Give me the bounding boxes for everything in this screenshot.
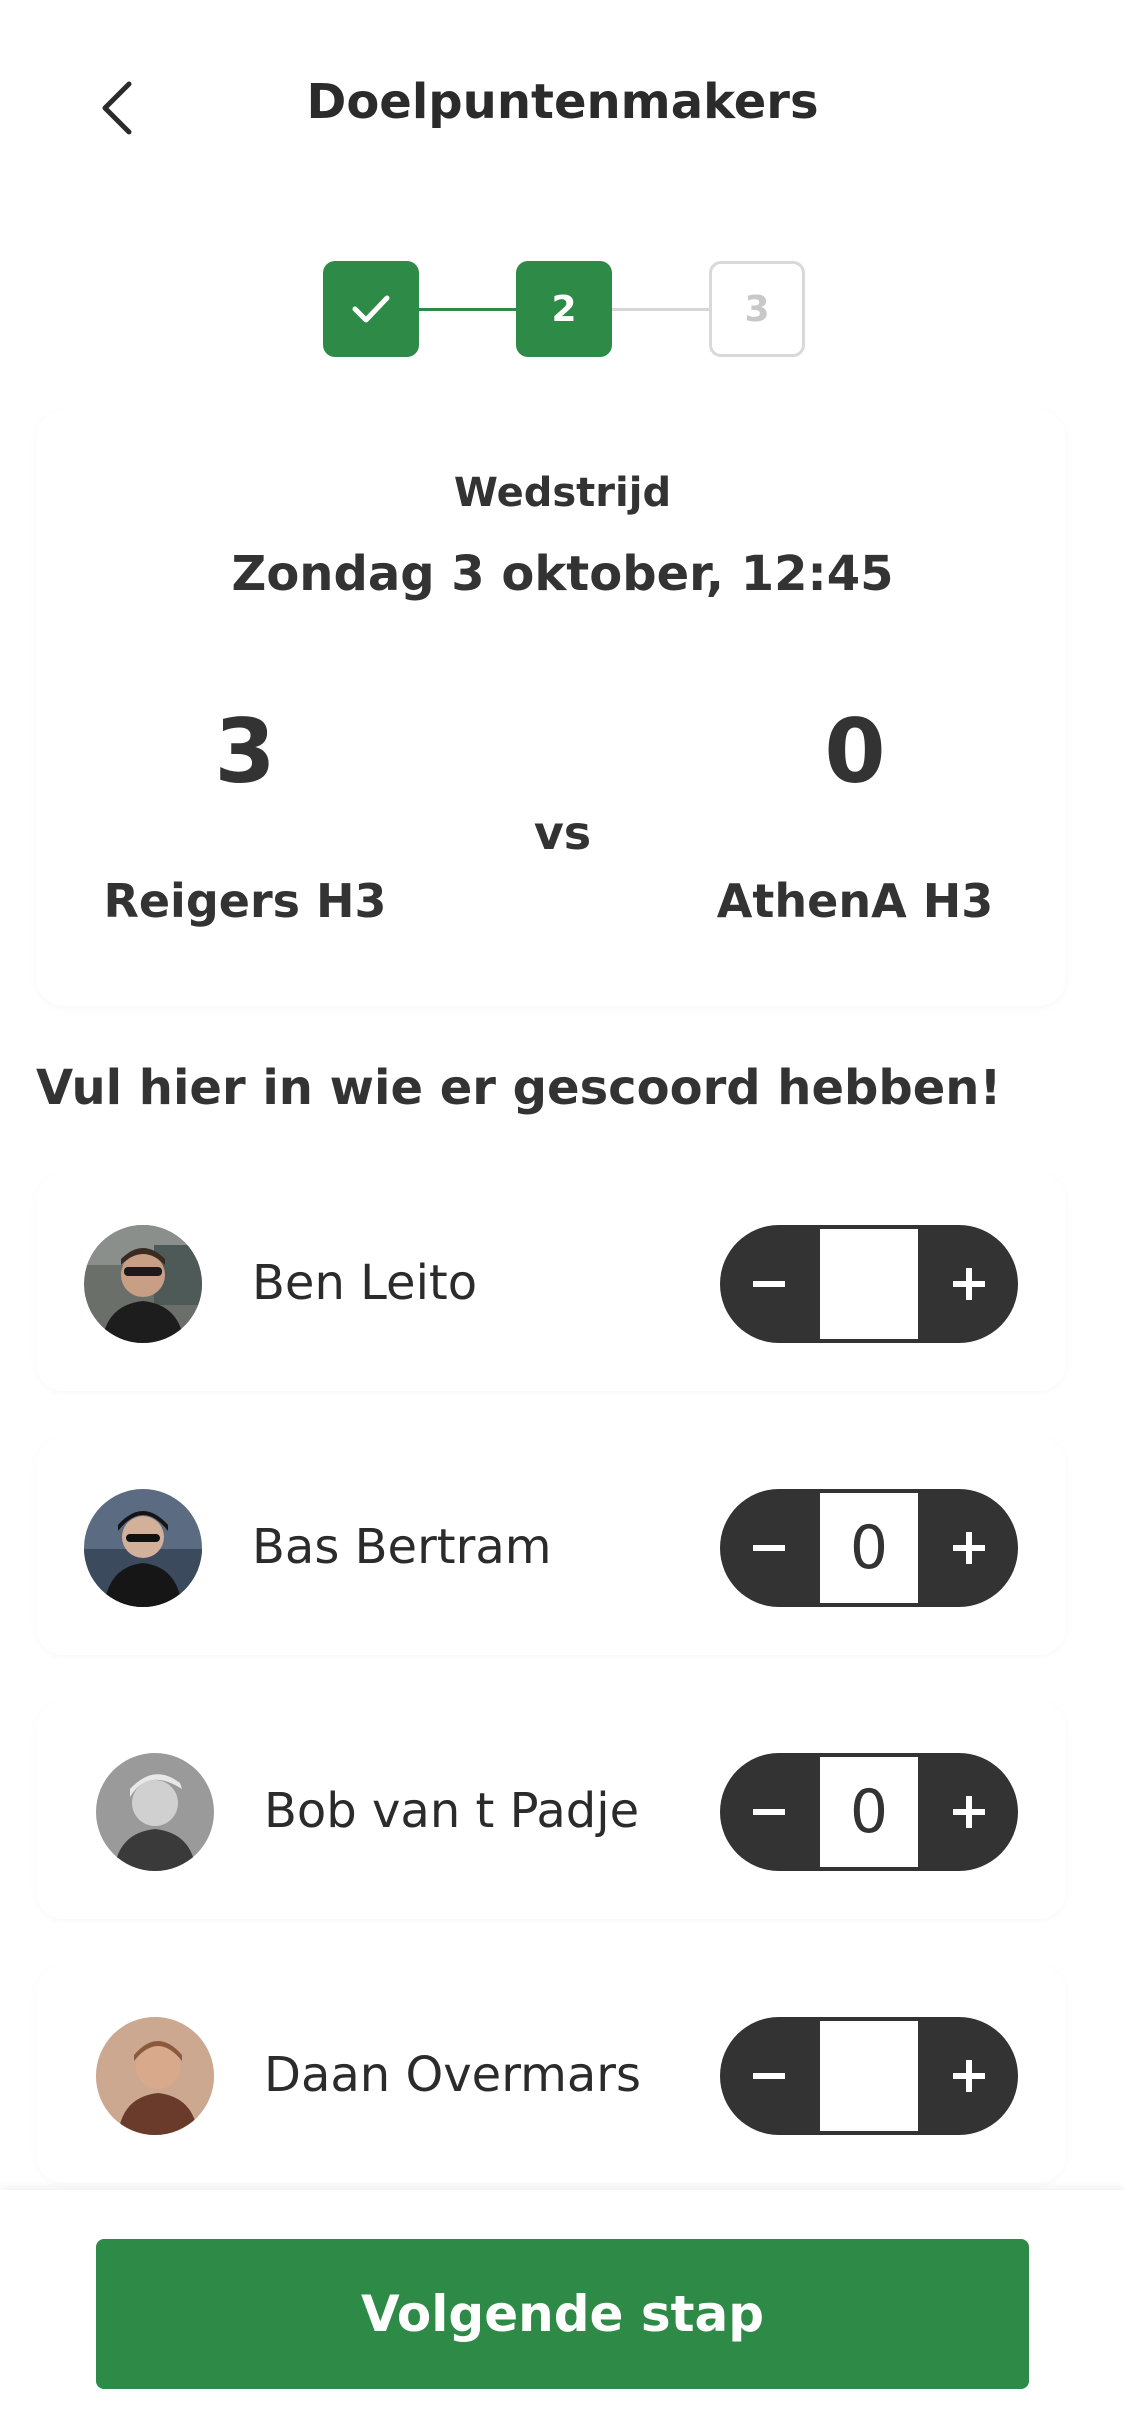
player-row: Ben Leito <box>36 1173 1066 1391</box>
goal-counter <box>720 1489 1018 1607</box>
goal-count-input[interactable] <box>820 2021 918 2131</box>
goal-count-input[interactable] <box>820 1229 918 1339</box>
step-connector <box>611 308 709 311</box>
minus-icon <box>753 2073 785 2079</box>
footer-bar: Volgende stap <box>0 2190 1125 2436</box>
decrement-button[interactable] <box>720 1489 818 1607</box>
player-row: Daan Overmars <box>36 1965 1066 2183</box>
step-3: 3 <box>709 261 805 357</box>
decrement-button[interactable] <box>720 1753 818 1871</box>
goal-count-input[interactable] <box>820 1493 918 1603</box>
match-label: Wedstrijd <box>453 470 672 516</box>
plus-icon <box>953 1796 985 1828</box>
plus-icon <box>953 2060 985 2092</box>
avatar <box>84 1225 202 1343</box>
player-name: Daan Overmars <box>264 2047 641 2103</box>
progress-stepper: 2 3 <box>323 261 805 357</box>
goal-counter <box>720 1225 1018 1343</box>
away-score: 0 <box>824 700 886 803</box>
avatar <box>84 1489 202 1607</box>
check-icon <box>352 295 390 323</box>
plus-icon <box>953 1532 985 1564</box>
increment-button[interactable] <box>920 1753 1018 1871</box>
vs-label: vs <box>533 806 592 860</box>
step-1 <box>323 261 419 357</box>
decrement-button[interactable] <box>720 1225 818 1343</box>
player-name: Ben Leito <box>252 1255 478 1311</box>
goal-counter <box>720 2017 1018 2135</box>
match-date: Zondag 3 oktober, 12:45 <box>231 546 894 602</box>
home-team-name: Reigers H3 <box>103 874 387 928</box>
increment-button[interactable] <box>920 2017 1018 2135</box>
step-2: 2 <box>516 261 612 357</box>
page-title: Doelpuntenmakers <box>306 74 819 130</box>
step-connector <box>419 308 517 311</box>
next-step-button[interactable]: Volgende stap <box>96 2239 1029 2389</box>
header: Doelpuntenmakers <box>0 0 1125 210</box>
decrement-button[interactable] <box>720 2017 818 2135</box>
player-row: Bob van t Padje <box>36 1701 1066 1919</box>
away-team-name: AthenA H3 <box>716 874 994 928</box>
minus-icon <box>753 1809 785 1815</box>
avatar <box>96 2017 214 2135</box>
instruction-text: Vul hier in wie er gescoord hebben! <box>36 1060 1002 1116</box>
increment-button[interactable] <box>920 1225 1018 1343</box>
player-name: Bob van t Padje <box>264 1783 640 1839</box>
increment-button[interactable] <box>920 1489 1018 1607</box>
player-name: Bas Bertram <box>252 1519 552 1575</box>
avatar <box>96 1753 214 1871</box>
minus-icon <box>753 1545 785 1551</box>
plus-icon <box>953 1268 985 1300</box>
player-row: Bas Bertram <box>36 1437 1066 1655</box>
goal-counter <box>720 1753 1018 1871</box>
goal-count-input[interactable] <box>820 1757 918 1867</box>
home-score: 3 <box>214 700 276 803</box>
minus-icon <box>753 1281 785 1287</box>
